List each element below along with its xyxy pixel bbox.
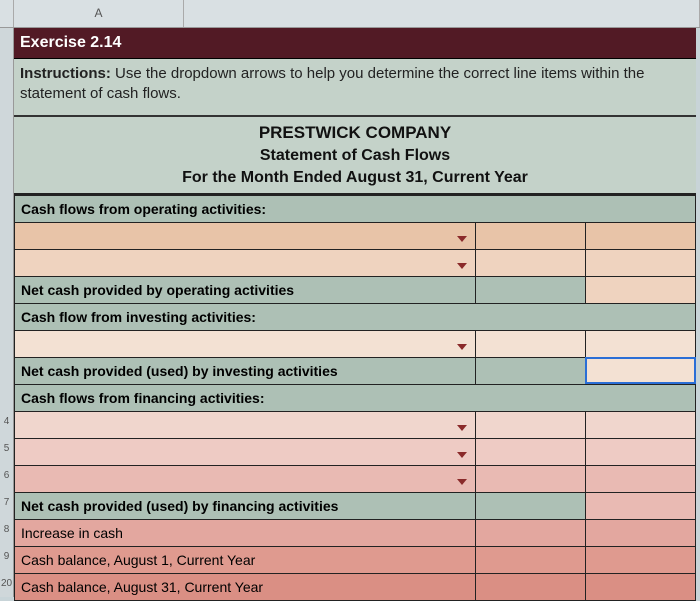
column-header-a[interactable]: A xyxy=(14,0,184,27)
chevron-down-icon xyxy=(457,479,467,485)
investing-header: Cash flow from investing activities: xyxy=(15,303,696,330)
value-cell[interactable] xyxy=(585,438,695,465)
table-row: Cash flows from financing activities: xyxy=(15,384,696,411)
value-cell[interactable] xyxy=(475,546,585,573)
table-row: Net cash provided by operating activitie… xyxy=(15,276,696,303)
row-num[interactable]: 20 xyxy=(0,570,13,597)
operating-header: Cash flows from operating activities: xyxy=(15,195,696,222)
table-row xyxy=(15,222,696,249)
value-cell[interactable] xyxy=(475,411,585,438)
table-row: Cash flows from operating activities: xyxy=(15,195,696,222)
chevron-down-icon xyxy=(457,452,467,458)
operating-net-label: Net cash provided by operating activitie… xyxy=(15,276,476,303)
financing-net-label: Net cash provided (used) by financing ac… xyxy=(15,492,476,519)
value-cell[interactable] xyxy=(585,492,695,519)
table-row: Cash balance, August 1, Current Year xyxy=(15,546,696,573)
instructions-block: Instructions: Use the dropdown arrows to… xyxy=(14,59,696,117)
value-cell[interactable] xyxy=(475,438,585,465)
row-num[interactable]: 8 xyxy=(0,516,13,543)
table-row: Net cash provided (used) by financing ac… xyxy=(15,492,696,519)
column-header-row: A xyxy=(0,0,700,28)
table-row xyxy=(15,438,696,465)
financing-item-dropdown[interactable] xyxy=(15,465,476,492)
exercise-title: Exercise 2.14 xyxy=(14,28,696,59)
row-num[interactable]: 5 xyxy=(0,435,13,462)
increase-in-cash-label: Increase in cash xyxy=(15,519,476,546)
statement-title: Statement of Cash Flows xyxy=(14,143,696,165)
row-num[interactable]: 7 xyxy=(0,489,13,516)
instructions-text: Use the dropdown arrows to help you dete… xyxy=(20,65,644,102)
value-cell[interactable] xyxy=(475,276,585,303)
investing-net-label: Net cash provided (used) by investing ac… xyxy=(15,357,476,384)
value-cell[interactable] xyxy=(475,249,585,276)
chevron-down-icon xyxy=(457,236,467,242)
value-cell[interactable] xyxy=(585,249,695,276)
value-cell[interactable] xyxy=(475,573,585,600)
table-row xyxy=(15,249,696,276)
chevron-down-icon xyxy=(457,263,467,269)
value-cell[interactable] xyxy=(585,222,695,249)
value-cell[interactable] xyxy=(585,546,695,573)
value-cell[interactable] xyxy=(585,465,695,492)
value-cell[interactable] xyxy=(475,330,585,357)
company-name: PRESTWICK COMPANY xyxy=(14,117,696,143)
table-row xyxy=(15,465,696,492)
table-row: Cash flow from investing activities: xyxy=(15,303,696,330)
row-number-gutter: 4 5 6 7 8 9 20 xyxy=(0,28,14,597)
instructions-label: Instructions: xyxy=(20,65,111,82)
financing-item-dropdown[interactable] xyxy=(15,411,476,438)
statement-heading: PRESTWICK COMPANY Statement of Cash Flow… xyxy=(14,117,696,195)
value-cell[interactable] xyxy=(585,573,695,600)
chevron-down-icon xyxy=(457,425,467,431)
chevron-down-icon xyxy=(457,344,467,350)
value-cell[interactable] xyxy=(585,276,695,303)
cash-flow-table: Cash flows from operating activities: Ne… xyxy=(14,195,696,601)
value-cell[interactable] xyxy=(585,411,695,438)
table-row: Net cash provided (used) by investing ac… xyxy=(15,357,696,384)
operating-item-dropdown[interactable] xyxy=(15,249,476,276)
row-num[interactable]: 4 xyxy=(0,408,13,435)
row-num[interactable]: 9 xyxy=(0,543,13,570)
statement-period: For the Month Ended August 31, Current Y… xyxy=(14,165,696,193)
value-cell-selected[interactable] xyxy=(585,357,695,384)
operating-item-dropdown[interactable] xyxy=(15,222,476,249)
value-cell[interactable] xyxy=(475,465,585,492)
financing-item-dropdown[interactable] xyxy=(15,438,476,465)
value-cell[interactable] xyxy=(585,519,695,546)
beginning-balance-label: Cash balance, August 1, Current Year xyxy=(15,546,476,573)
table-row: Cash balance, August 31, Current Year xyxy=(15,573,696,600)
value-cell[interactable] xyxy=(475,519,585,546)
financing-header: Cash flows from financing activities: xyxy=(15,384,696,411)
value-cell[interactable] xyxy=(475,222,585,249)
investing-item-dropdown[interactable] xyxy=(15,330,476,357)
value-cell[interactable] xyxy=(475,492,585,519)
value-cell[interactable] xyxy=(475,357,585,384)
table-row xyxy=(15,411,696,438)
row-num[interactable]: 6 xyxy=(0,462,13,489)
ending-balance-label: Cash balance, August 31, Current Year xyxy=(15,573,476,600)
corner-cell xyxy=(0,0,14,27)
value-cell[interactable] xyxy=(585,330,695,357)
table-row: Increase in cash xyxy=(15,519,696,546)
column-header-rest xyxy=(184,0,700,27)
table-row xyxy=(15,330,696,357)
